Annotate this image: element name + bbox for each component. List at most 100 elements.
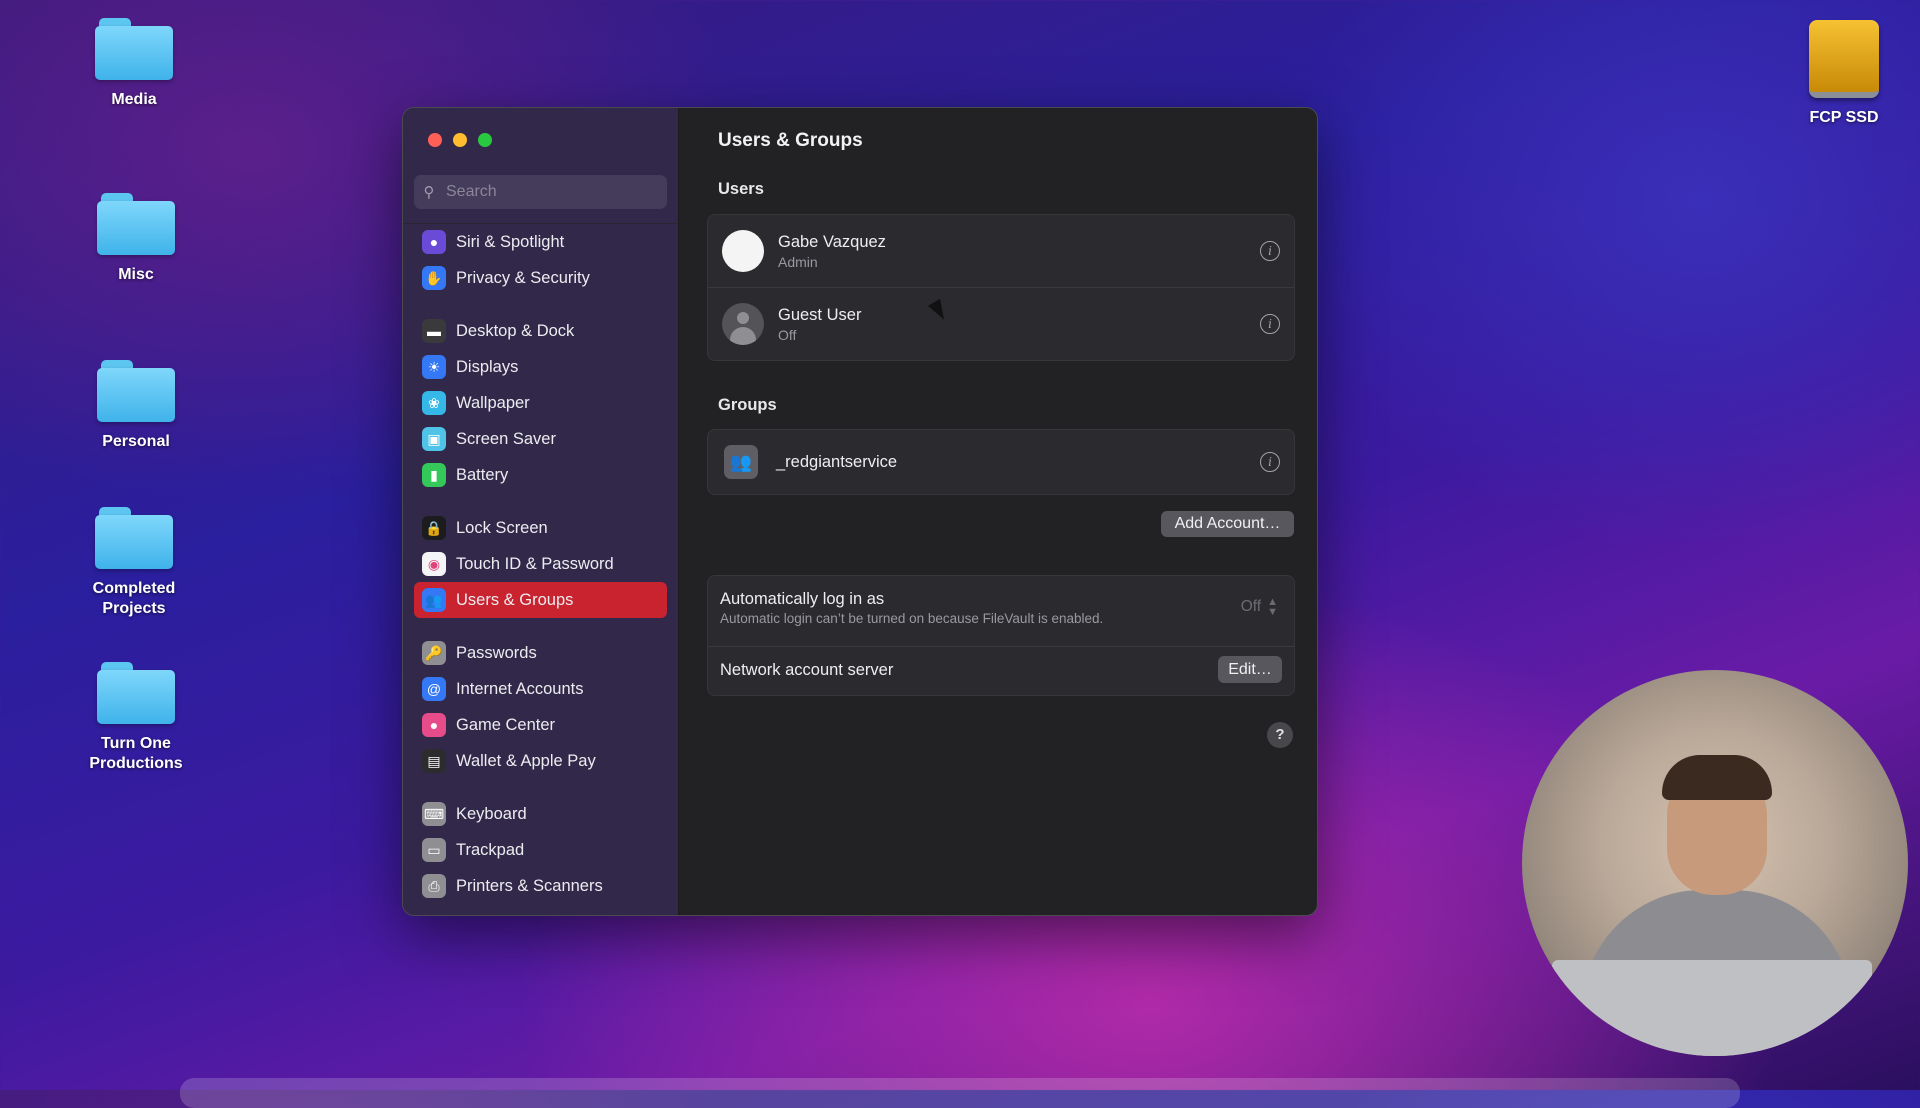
printer-icon: ⎙ [422, 874, 446, 898]
user-role: Off [778, 326, 797, 343]
sidebar-item-label: Users & Groups [456, 590, 574, 609]
screen-saver-icon: ▣ [422, 427, 446, 451]
system-settings-window: ⚲ ● Siri & Spotlight ✋ Privacy & Security ▬ D… [402, 107, 1318, 916]
search-field[interactable]: ⚲ [414, 175, 667, 209]
sidebar-item-label: Passwords [456, 643, 537, 662]
desktop-folder-media[interactable]: Media [64, 18, 204, 110]
sidebar-item-wallet-and-apple-pay[interactable]: ▤ Wallet & Apple Pay [414, 743, 667, 779]
sidebar-item-label: Privacy & Security [456, 268, 590, 287]
sidebar-item-label: Wallet & Apple Pay [456, 751, 596, 770]
sidebar-item-trackpad[interactable]: ▭ Trackpad [414, 832, 667, 868]
dock [180, 1078, 1740, 1108]
sidebar-item-wallpaper[interactable]: ❀ Wallpaper [414, 385, 667, 421]
sidebar-item-label: Wallpaper [456, 393, 530, 412]
desktop-folder-completed-projects[interactable]: Completed Projects [64, 507, 204, 619]
desktop-icon-label: Completed Projects [92, 580, 176, 617]
trackpad-icon: ▭ [422, 838, 446, 862]
sidebar-item-printers-and-scanners[interactable]: ⎙ Printers & Scanners [414, 868, 667, 904]
edit-network-server-button[interactable]: Edit… [1218, 656, 1282, 683]
desktop-drive-fcp-ssd[interactable]: FCP SSD [1774, 20, 1914, 128]
auto-login-value: Off [1240, 598, 1262, 615]
sidebar-item-battery[interactable]: ▮ Battery [414, 457, 667, 493]
sidebar-item-users-and-groups[interactable]: 👥 Users & Groups [414, 582, 667, 618]
sidebar-item-passwords[interactable]: 🔑 Passwords [414, 635, 667, 671]
login-options-card: Automatically log in as Automatic login … [707, 575, 1295, 696]
desktop-icon-label: Turn One Productions [89, 735, 183, 772]
sidebar-item-label: Displays [456, 357, 519, 376]
sidebar-item-displays[interactable]: ☀ Displays [414, 349, 667, 385]
info-icon[interactable]: i [1260, 314, 1280, 334]
desktop-folder-misc[interactable]: Misc [66, 193, 206, 285]
auto-login-label: Automatically log in as [720, 590, 885, 608]
sidebar-item-label: Siri & Spotlight [456, 232, 565, 251]
zoom-button[interactable] [478, 133, 492, 147]
folder-icon [95, 18, 173, 80]
user-name: Gabe Vazquez [778, 232, 886, 251]
at-icon: @ [422, 677, 446, 701]
sidebar-item-siri-and-spotlight[interactable]: ● Siri & Spotlight [414, 224, 667, 260]
auto-login-note: Automatic login can’t be turned on becau… [720, 611, 1104, 626]
user-role: Admin [778, 253, 818, 270]
user-name: Guest User [778, 305, 862, 324]
info-icon[interactable]: i [1260, 241, 1280, 261]
help-button[interactable]: ? [1267, 722, 1293, 748]
add-account-button[interactable]: Add Account… [1161, 511, 1294, 537]
groups-section-label: Groups [718, 396, 777, 414]
sidebar-item-label: Trackpad [456, 840, 525, 859]
page-title: Users & Groups [718, 130, 863, 151]
auto-login-popup[interactable]: Off ▲ ▼ [1240, 596, 1278, 618]
siri-icon: ● [422, 230, 446, 254]
flower-icon: ❀ [422, 391, 446, 415]
desktop-folder-personal[interactable]: Personal [66, 360, 206, 452]
sidebar-item-label: Internet Accounts [456, 679, 584, 698]
laptop-image [1552, 960, 1872, 1056]
sidebar-item-lock-screen[interactable]: 🔒 Lock Screen [414, 510, 667, 546]
sidebar-item-game-center[interactable]: ● Game Center [414, 707, 667, 743]
close-button[interactable] [428, 133, 442, 147]
search-input[interactable] [444, 182, 648, 202]
group-row[interactable]: 👥 _redgiantservice i [708, 430, 1294, 494]
wallet-icon: ▤ [422, 749, 446, 773]
sidebar-item-screen-saver[interactable]: ▣ Screen Saver [414, 421, 667, 457]
desktop-icon-label: Personal [102, 433, 170, 450]
folder-icon [95, 507, 173, 569]
keyboard-icon: ⌨ [422, 802, 446, 826]
lock-icon: 🔒 [422, 516, 446, 540]
hand-icon: ✋ [422, 266, 446, 290]
sidebar-item-label: Lock Screen [456, 518, 548, 537]
chevron-up-down-icon: ▲ ▼ [1267, 596, 1278, 618]
user-row-gabe[interactable]: Gabe Vazquez Admin i [708, 215, 1294, 287]
group-icon: 👥 [724, 445, 758, 479]
minimize-button[interactable] [453, 133, 467, 147]
sidebar-item-label: Desktop & Dock [456, 321, 575, 340]
external-drive-icon [1809, 20, 1879, 98]
sidebar-item-keyboard[interactable]: ⌨ Keyboard [414, 796, 667, 832]
fingerprint-icon: ◉ [422, 552, 446, 576]
desktop-folder-turn-one-productions[interactable]: Turn One Productions [66, 662, 206, 774]
game-center-icon: ● [422, 713, 446, 737]
sidebar-item-label: Touch ID & Password [456, 554, 614, 573]
folder-icon [97, 193, 175, 255]
battery-icon: ▮ [422, 463, 446, 487]
info-icon[interactable]: i [1260, 452, 1280, 472]
group-name: _redgiantservice [776, 452, 898, 471]
sidebar-item-label: Screen Saver [456, 429, 556, 448]
sun-icon: ☀ [422, 355, 446, 379]
sidebar-item-touch-id-and-password[interactable]: ◉ Touch ID & Password [414, 546, 667, 582]
desktop-icon-label: Media [111, 91, 157, 108]
desktop-icon-label: FCP SSD [1809, 109, 1879, 126]
users-icon: 👥 [422, 588, 446, 612]
sidebar-item-privacy-and-security[interactable]: ✋ Privacy & Security [414, 260, 667, 296]
sidebar: ⚲ ● Siri & Spotlight ✋ Privacy & Security ▬ D… [403, 108, 679, 915]
avatar [722, 303, 764, 345]
sidebar-list: ● Siri & Spotlight ✋ Privacy & Security ▬ Des… [414, 224, 667, 904]
folder-icon [97, 662, 175, 724]
desktop-icon-label: Misc [118, 266, 154, 283]
window-controls [428, 133, 492, 147]
user-row-guest[interactable]: Guest User Off i [708, 287, 1294, 360]
folder-icon [97, 360, 175, 422]
sidebar-item-internet-accounts[interactable]: @ Internet Accounts [414, 671, 667, 707]
sidebar-item-desktop-and-dock[interactable]: ▬ Desktop & Dock [414, 313, 667, 349]
